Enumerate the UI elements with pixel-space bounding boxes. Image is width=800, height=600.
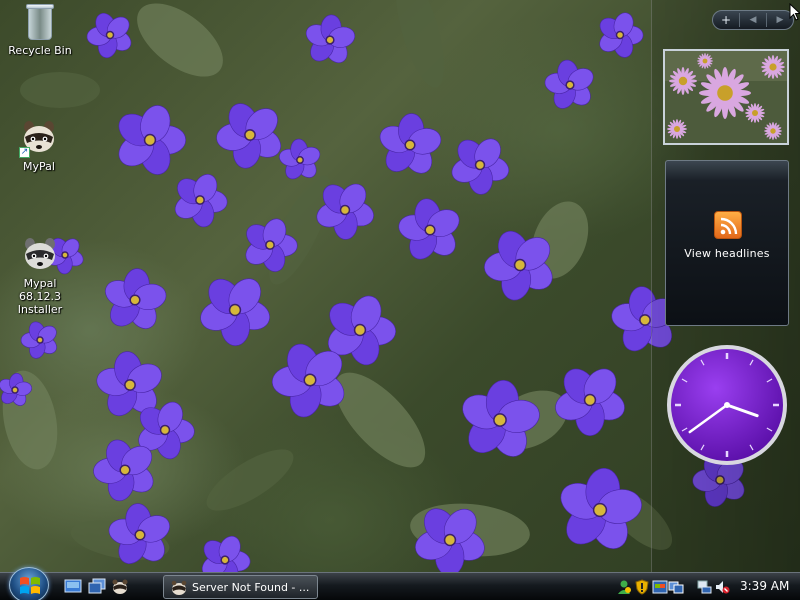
view-headlines-link[interactable]: View headlines: [666, 247, 788, 260]
system-tray: 3:39 AM: [606, 575, 794, 599]
slideshow-gadget[interactable]: [663, 49, 789, 145]
switch-windows-icon: [88, 578, 106, 594]
raccoon-installer-icon: [20, 235, 60, 275]
network-user-icon[interactable]: [616, 579, 632, 595]
recycle-bin-icon: [20, 2, 60, 42]
desktop-icon-label: MyPal: [23, 160, 55, 173]
mypal-icon: [171, 580, 187, 595]
shortcut-arrow-icon: ↗: [19, 147, 30, 158]
security-shield-icon[interactable]: [634, 579, 650, 595]
show-desktop-button[interactable]: [64, 578, 82, 595]
rss-icon: [714, 211, 742, 239]
recycle-bin-shortcut[interactable]: Recycle Bin: [1, 2, 79, 57]
mypal-shortcut[interactable]: ↗ MyPal: [0, 118, 78, 173]
windows-logo-icon: [20, 577, 40, 594]
desktop-icon-label: Mypal 68.12.3 Installer: [17, 277, 63, 316]
taskbar-window-button[interactable]: Server Not Found - ...: [163, 575, 318, 599]
sidebar-controls: + ◀ ▶: [712, 10, 794, 30]
clock-pivot: [724, 402, 730, 408]
mypal-quick-launch[interactable]: [111, 578, 129, 595]
volume-muted-icon[interactable]: [714, 579, 730, 595]
taskbar: Server Not Found - ... 3:39 AM: [0, 567, 800, 600]
clock-gadget[interactable]: [664, 342, 790, 468]
feed-headlines-gadget[interactable]: View headlines: [665, 160, 789, 326]
switch-windows-button[interactable]: [88, 578, 106, 595]
desktop-icon-label: Recycle Bin: [8, 44, 72, 57]
mypal-installer-shortcut[interactable]: Mypal 68.12.3 Installer: [1, 235, 79, 316]
mypal-icon: [112, 579, 128, 594]
taskbar-clock[interactable]: 3:39 AM: [740, 579, 789, 593]
start-button[interactable]: [9, 567, 49, 600]
mouse-cursor-icon: [789, 3, 800, 21]
network-icon[interactable]: [696, 579, 712, 595]
windows-sidebar: + ◀ ▶ View headlines: [651, 0, 800, 572]
previous-gadgets-button[interactable]: ◀: [740, 11, 766, 29]
windows-update-icon[interactable]: [652, 579, 668, 595]
show-desktop-icon: [64, 579, 82, 593]
network-status-icon[interactable]: [668, 579, 684, 595]
taskbar-window-title: Server Not Found - ...: [192, 581, 310, 594]
add-gadget-button[interactable]: +: [713, 11, 739, 29]
daisy-flowers-photo: [665, 51, 787, 143]
raccoon-icon: ↗: [19, 118, 59, 158]
